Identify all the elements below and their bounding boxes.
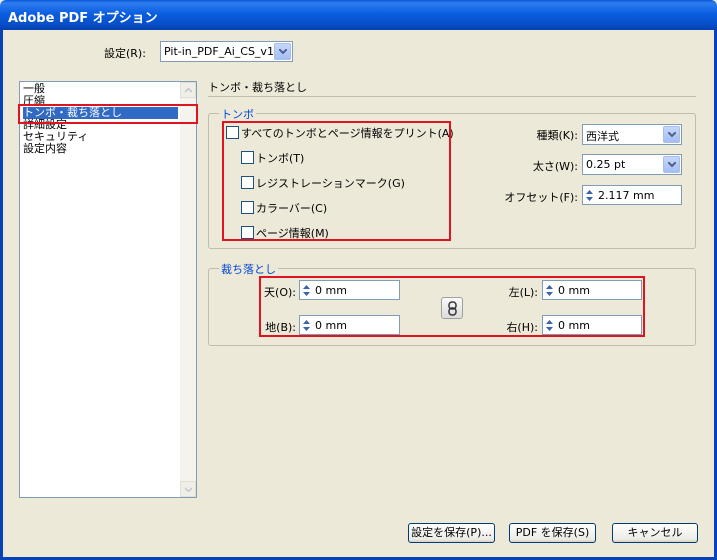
offset-field[interactable]: 2.117 mm <box>582 185 682 205</box>
category-list[interactable]: 一般 圧縮 トンボ・裁ち落とし 詳細設定 セキュリティ 設定内容 <box>19 81 197 498</box>
type-value: 西洋式 <box>586 130 619 143</box>
panel-title: トンボ・裁ち落とし <box>208 81 307 94</box>
offset-value: 2.117 mm <box>598 189 655 202</box>
highlight-box-marks <box>222 121 451 241</box>
cancel-button[interactable]: キャンセル <box>612 523 698 543</box>
highlight-box-bleeds <box>259 276 645 337</box>
sidebar-item-summary[interactable]: 設定内容 <box>23 143 178 155</box>
chevron-down-icon[interactable] <box>663 156 680 173</box>
save-pdf-button[interactable]: PDF を保存(S) <box>509 523 596 543</box>
preset-dropdown[interactable]: Pit-in_PDF_Ai_CS_v1.0 <box>160 41 293 62</box>
chevron-down-icon[interactable] <box>274 43 291 60</box>
window-title: Adobe PDF オプション <box>8 11 158 26</box>
weight-label: 太さ(W): <box>532 160 578 173</box>
type-label: 種類(K): <box>536 129 578 142</box>
title-bar: Adobe PDF オプション <box>0 0 717 30</box>
panel-divider <box>208 96 696 97</box>
type-dropdown[interactable]: 西洋式 <box>582 124 682 145</box>
sidebar-item-general[interactable]: 一般 <box>23 83 178 95</box>
list-scrollbar[interactable] <box>180 82 196 497</box>
offset-label: オフセット(F): <box>504 191 578 204</box>
bleeds-group-label: 裁ち落とし <box>219 261 278 277</box>
scroll-down-button[interactable] <box>180 481 196 497</box>
highlight-box-sidebar <box>18 104 198 124</box>
marks-group-label: トンボ <box>219 106 256 122</box>
chevron-down-icon[interactable] <box>663 126 680 143</box>
spinner-icon[interactable] <box>585 189 594 202</box>
save-preset-button[interactable]: 設定を保存(P)... <box>408 523 495 543</box>
weight-value: 0.25 pt <box>586 158 626 171</box>
weight-dropdown[interactable]: 0.25 pt <box>582 154 682 175</box>
preset-label: 設定(R): <box>104 47 146 60</box>
scroll-up-button[interactable] <box>180 82 196 98</box>
preset-value: Pit-in_PDF_Ai_CS_v1.0 <box>164 45 285 58</box>
